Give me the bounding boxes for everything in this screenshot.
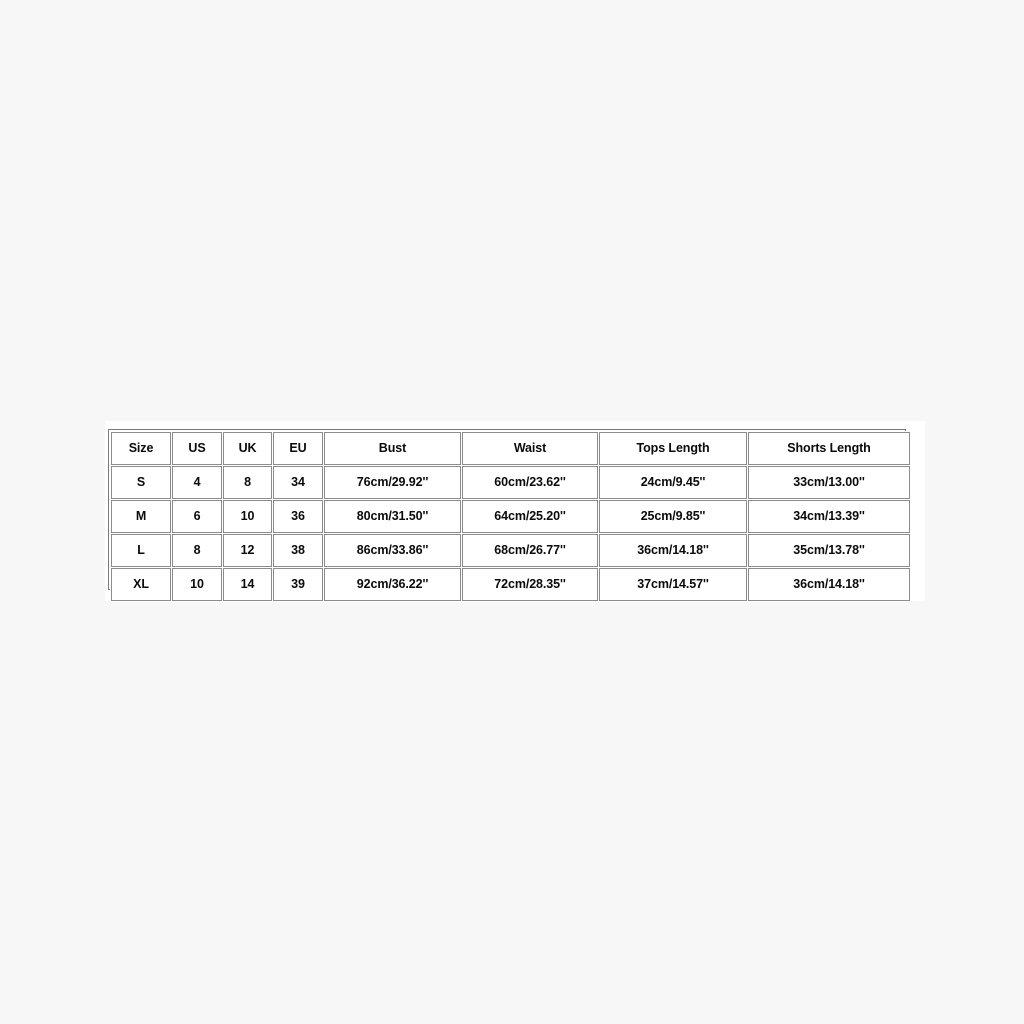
table-row: XL 10 14 39 92cm/36.22'' 72cm/28.35'' 37…	[111, 568, 910, 601]
size-chart-card: Size US UK EU Bust Waist Tops Length Sho…	[105, 421, 925, 602]
column-header-uk: UK	[223, 432, 272, 465]
cell-tops-length: 24cm/9.45''	[599, 466, 747, 499]
cell-size: S	[111, 466, 171, 499]
cell-size: XL	[111, 568, 171, 601]
cell-eu: 36	[273, 500, 323, 533]
column-header-tops-length: Tops Length	[599, 432, 747, 465]
cell-shorts-length: 36cm/14.18''	[748, 568, 910, 601]
cell-us: 6	[172, 500, 222, 533]
cell-uk: 10	[223, 500, 272, 533]
table-header-row: Size US UK EU Bust Waist Tops Length Sho…	[111, 432, 910, 465]
table-row: M 6 10 36 80cm/31.50'' 64cm/25.20'' 25cm…	[111, 500, 910, 533]
size-chart-table: Size US UK EU Bust Waist Tops Length Sho…	[110, 431, 911, 602]
column-header-size: Size	[111, 432, 171, 465]
table-row: S 4 8 34 76cm/29.92'' 60cm/23.62'' 24cm/…	[111, 466, 910, 499]
column-header-shorts-length: Shorts Length	[748, 432, 910, 465]
cell-size: M	[111, 500, 171, 533]
cell-us: 4	[172, 466, 222, 499]
cell-shorts-length: 34cm/13.39''	[748, 500, 910, 533]
cell-shorts-length: 33cm/13.00''	[748, 466, 910, 499]
column-header-us: US	[172, 432, 222, 465]
cell-waist: 72cm/28.35''	[462, 568, 598, 601]
size-chart-body: S 4 8 34 76cm/29.92'' 60cm/23.62'' 24cm/…	[111, 466, 910, 601]
size-chart-frame: Size US UK EU Bust Waist Tops Length Sho…	[108, 429, 911, 602]
cell-eu: 39	[273, 568, 323, 601]
cell-tops-length: 36cm/14.18''	[599, 534, 747, 567]
cell-waist: 60cm/23.62''	[462, 466, 598, 499]
cell-uk: 12	[223, 534, 272, 567]
cell-shorts-length: 35cm/13.78''	[748, 534, 910, 567]
cell-bust: 92cm/36.22''	[324, 568, 461, 601]
cell-size: L	[111, 534, 171, 567]
cell-waist: 68cm/26.77''	[462, 534, 598, 567]
cell-eu: 34	[273, 466, 323, 499]
cell-uk: 14	[223, 568, 272, 601]
cell-eu: 38	[273, 534, 323, 567]
column-header-bust: Bust	[324, 432, 461, 465]
cell-tops-length: 25cm/9.85''	[599, 500, 747, 533]
column-header-waist: Waist	[462, 432, 598, 465]
cell-tops-length: 37cm/14.57''	[599, 568, 747, 601]
cell-waist: 64cm/25.20''	[462, 500, 598, 533]
cell-uk: 8	[223, 466, 272, 499]
cell-bust: 76cm/29.92''	[324, 466, 461, 499]
column-header-eu: EU	[273, 432, 323, 465]
size-chart-header: Size US UK EU Bust Waist Tops Length Sho…	[111, 432, 910, 465]
cell-bust: 86cm/33.86''	[324, 534, 461, 567]
table-row: L 8 12 38 86cm/33.86'' 68cm/26.77'' 36cm…	[111, 534, 910, 567]
cell-us: 8	[172, 534, 222, 567]
cell-bust: 80cm/31.50''	[324, 500, 461, 533]
cell-us: 10	[172, 568, 222, 601]
